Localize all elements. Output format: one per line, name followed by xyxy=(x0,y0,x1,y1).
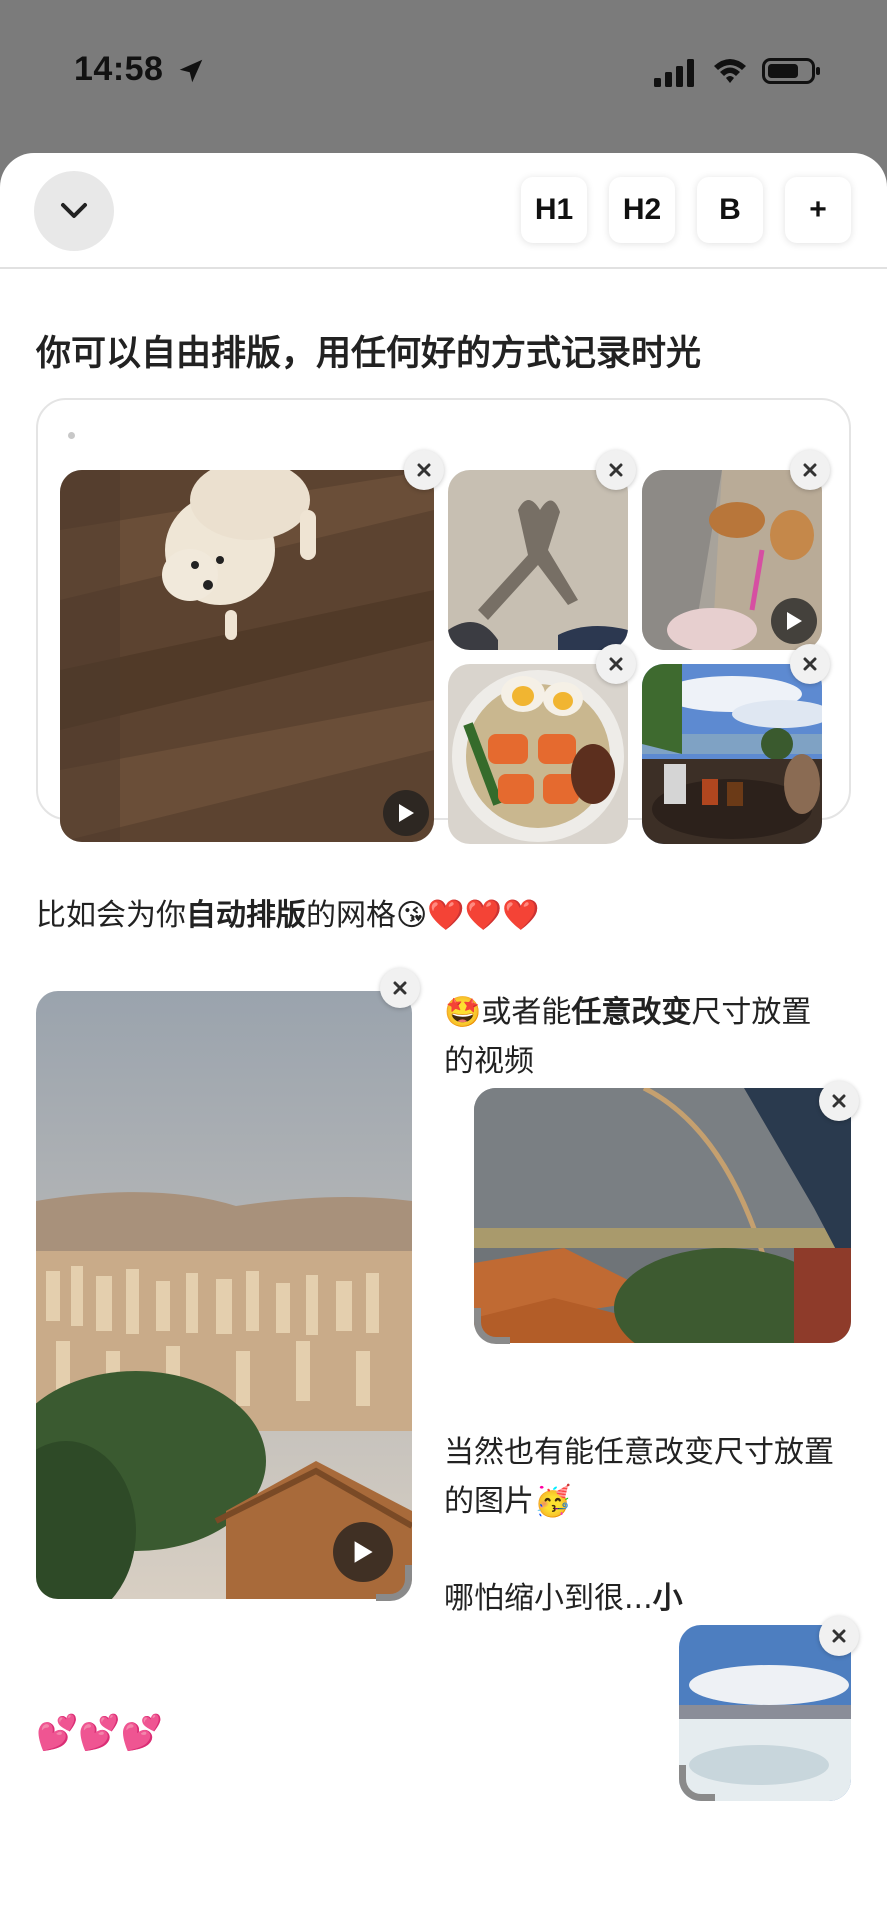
remove-shadow-photo-button[interactable] xyxy=(596,450,636,490)
resizable-photo-rainbow[interactable] xyxy=(474,1088,851,1343)
remove-cafe-photo-button[interactable] xyxy=(790,644,830,684)
editor-toolbar: H1 H2 B + xyxy=(0,153,887,269)
remove-rainbow-photo-button[interactable] xyxy=(819,1081,859,1121)
close-icon xyxy=(417,463,431,477)
close-icon xyxy=(393,981,407,995)
caption-text: 或者能 xyxy=(481,995,572,1030)
remove-salt-lake-photo-button[interactable] xyxy=(819,1616,859,1656)
play-icon xyxy=(399,804,414,822)
caption-text: 尺寸放置 xyxy=(691,995,812,1030)
video-play-button[interactable] xyxy=(771,598,817,644)
resize-handle[interactable] xyxy=(376,1565,412,1601)
hearts-line[interactable]: 💕💕💕 xyxy=(36,1713,163,1753)
close-icon xyxy=(832,1094,846,1108)
battery-icon xyxy=(762,58,820,84)
close-icon xyxy=(803,657,817,671)
caption-bold-text: 自动排版 xyxy=(186,898,306,933)
caption-text: 的网格 xyxy=(306,898,396,933)
editor-sheet: H1 H2 B + 你可以自由排版，用任何好的方式记录时光 比如会为你自动排版的… xyxy=(0,153,887,1920)
status-bar: 14:58 xyxy=(0,0,887,150)
close-icon xyxy=(832,1629,846,1643)
location-arrow-icon xyxy=(179,59,203,83)
wifi-icon xyxy=(714,59,746,83)
grid-video-dog[interactable] xyxy=(60,470,434,842)
resizable-video-city[interactable] xyxy=(36,991,412,1599)
remove-city-video-button[interactable] xyxy=(380,968,420,1008)
video-caption-line1[interactable]: 🤩或者能任意改变尺寸放置 xyxy=(444,987,811,1031)
close-icon xyxy=(609,657,623,671)
play-icon xyxy=(354,1541,373,1563)
status-time: 14:58 xyxy=(74,50,164,88)
grid-photo-noodles[interactable] xyxy=(448,664,628,844)
collapse-button[interactable] xyxy=(34,171,114,251)
video-play-button[interactable] xyxy=(383,790,429,836)
play-icon xyxy=(787,612,802,630)
drag-dot[interactable] xyxy=(68,432,75,439)
grid-photo-shadows[interactable] xyxy=(448,470,628,650)
grid-caption[interactable]: 比如会为你自动排版的网格😘❤️❤️❤️ xyxy=(36,890,539,934)
h1-button[interactable]: H1 xyxy=(521,177,587,243)
chevron-down-icon xyxy=(61,203,87,218)
close-icon xyxy=(803,463,817,477)
page-heading[interactable]: 你可以自由排版，用任何好的方式记录时光 xyxy=(36,325,701,376)
image-caption-line1[interactable]: 当然也有能任意改变尺寸放置 xyxy=(444,1427,834,1471)
caption-text: 哪怕缩小到很... xyxy=(444,1581,653,1616)
caption-emoji: 😘❤️❤️❤️ xyxy=(396,898,540,933)
cellular-signal-icon xyxy=(654,59,694,87)
caption-bold-text: 小 xyxy=(652,1581,683,1616)
caption-emoji: 🥳 xyxy=(534,1484,572,1519)
remove-noodle-photo-button[interactable] xyxy=(596,644,636,684)
caption-text: 比如会为你 xyxy=(36,898,186,933)
caption-text: 的图片 xyxy=(444,1484,534,1519)
resize-handle[interactable] xyxy=(679,1765,715,1801)
image-caption-line2[interactable]: 的图片🥳 xyxy=(444,1476,571,1520)
remove-dog-video-button[interactable] xyxy=(404,450,444,490)
resize-handle[interactable] xyxy=(474,1308,510,1344)
bold-button[interactable]: B xyxy=(697,177,763,243)
caption-bold-text: 任意改变 xyxy=(571,995,692,1030)
grid-photo-lakeside-cafe[interactable] xyxy=(642,664,822,844)
video-caption-line2[interactable]: 的视频 xyxy=(444,1036,534,1080)
add-button[interactable]: + xyxy=(785,177,851,243)
remove-dogs-walk-video-button[interactable] xyxy=(790,450,830,490)
caption-emoji: 🤩 xyxy=(444,995,482,1030)
small-caption[interactable]: 哪怕缩小到很...小 xyxy=(444,1573,683,1617)
h2-button[interactable]: H2 xyxy=(609,177,675,243)
auto-grid-card[interactable] xyxy=(36,398,851,844)
close-icon xyxy=(609,463,623,477)
